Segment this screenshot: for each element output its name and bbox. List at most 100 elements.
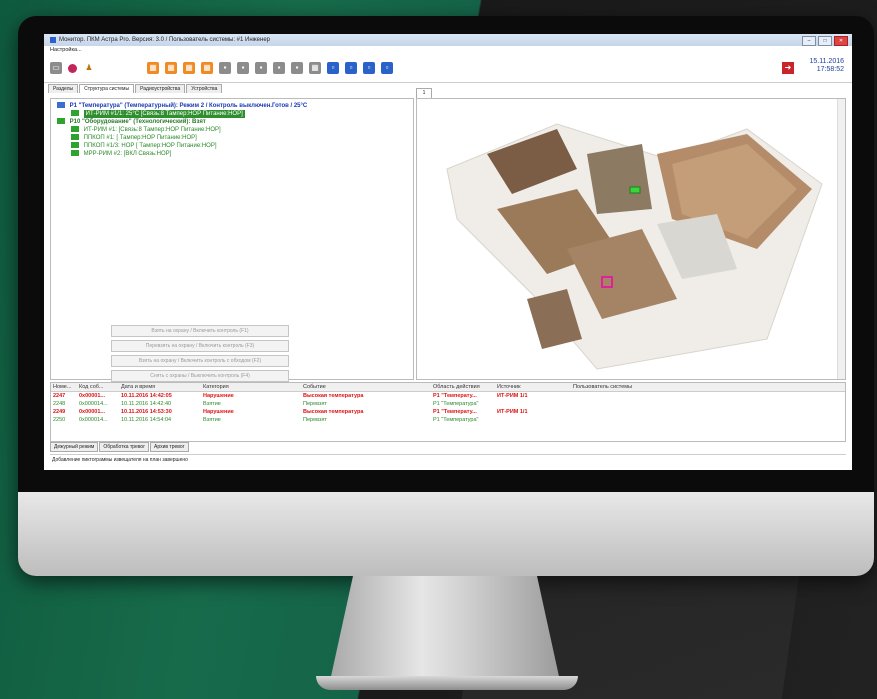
cell-event: Высокая температура: [303, 409, 364, 415]
tab-alarm-processing[interactable]: Обработка тревог: [99, 442, 150, 452]
floor-plan-3d: [446, 123, 823, 370]
device-add-4-icon[interactable]: ▪: [273, 62, 285, 74]
device-icon: [71, 150, 79, 157]
device-icon: [71, 134, 79, 141]
arm-bypass-button[interactable]: Взять на охрану / Включить контроль с об…: [111, 355, 289, 367]
device-icon: [71, 142, 79, 149]
tab-alarm-archive[interactable]: Архив тревог: [150, 442, 189, 452]
add-zone-2-icon[interactable]: ▦: [165, 62, 177, 74]
maximize-button[interactable]: □: [818, 36, 832, 46]
event-log-table: Номе... Код соб... Дата и время Категори…: [50, 382, 846, 442]
device-grid-icon[interactable]: ▦: [309, 62, 321, 74]
tab-system-structure[interactable]: Структура системы: [79, 84, 135, 93]
tree-device[interactable]: ИТ-РИМ #1: [Связь:8 Тампер:НОР Питание:Н…: [57, 126, 407, 134]
partition-p10-label: P10 "Оборудование" (Технологический): Вз…: [69, 119, 206, 125]
monitor-chin: [18, 492, 874, 576]
plan-icon[interactable]: ▫: [327, 62, 339, 74]
cell-event: Перевзят: [303, 401, 328, 407]
tree-device[interactable]: МРР-РИМ #2: [ВКЛ Связь:НОР]: [57, 150, 407, 158]
col-number[interactable]: Номе...: [51, 383, 79, 391]
left-tabs: Разделы Структура системы Радиоустройств…: [44, 83, 852, 93]
tab-duty-mode[interactable]: Дежурный режим: [50, 442, 99, 452]
rearm-button[interactable]: Перевзять на охрану / Включить контроль …: [111, 340, 289, 352]
status-bar: Добавление пиктограммы извещателя на пла…: [50, 454, 846, 465]
window-title: Монитор. ПКМ Астра Pro. Версия: 3.0 / По…: [59, 37, 270, 43]
table-row[interactable]: 2249 0x00001... 10.11.2016 14:53:30 Нару…: [51, 408, 845, 416]
room-hall: [587, 144, 652, 214]
cell-number: 2248: [53, 401, 66, 407]
col-category[interactable]: Категория: [203, 383, 303, 391]
tree-device[interactable]: ППКОП #1/3: НОР [ Тампер:НОР Питание:НОР…: [57, 142, 407, 150]
add-zone-3-icon[interactable]: ▦: [183, 62, 195, 74]
monitor-icon[interactable]: ▭: [50, 62, 62, 74]
sensor-icon: [71, 110, 79, 117]
device-label: ППКОП #1/3: НОР [ Тампер:НОР Питание:НОР…: [83, 143, 217, 149]
cell-code: 0x00001...: [79, 393, 105, 399]
users-icon[interactable]: ♟: [83, 62, 95, 74]
title-bar: Монитор. ПКМ Астра Pro. Версия: 3.0 / По…: [44, 34, 852, 46]
table-row[interactable]: 2247 0x00001... 10.11.2016 14:42:05 Нару…: [51, 392, 845, 400]
floor-plan-pane: [416, 98, 846, 380]
sensor-marker-green-icon[interactable]: [629, 186, 641, 194]
device-add-3-icon[interactable]: ▪: [255, 62, 267, 74]
cell-code: 0x000014...: [79, 417, 108, 423]
menu-settings[interactable]: Настройка...: [50, 47, 82, 53]
device-icon: [71, 126, 79, 133]
col-code[interactable]: Код соб...: [79, 383, 121, 391]
arm-button[interactable]: Взять на охрану / Включить контроль (F1): [111, 325, 289, 337]
device-add-icon[interactable]: ▪: [219, 62, 231, 74]
cell-category: Нарушение: [203, 409, 234, 415]
col-user[interactable]: Пользователь системы: [573, 383, 693, 391]
tab-sections[interactable]: Разделы: [48, 84, 79, 93]
tree-partition-p10[interactable]: P10 "Оборудование" (Технологический): Вз…: [57, 118, 407, 126]
action-buttons: Взять на охрану / Включить контроль (F1)…: [111, 325, 289, 382]
time-label: 17:58:52: [816, 66, 844, 73]
partition-p1-label: P1 "Температура" (Температурный): Режим …: [69, 103, 308, 109]
cell-source: [497, 416, 573, 424]
device-it-rim-1-1-label: ИТ-РИМ #1/1: 25°C [Связь:8 Тампер:НОР Пи…: [83, 110, 245, 118]
cell-datetime: 10.11.2016 14:42:05: [121, 393, 172, 399]
plan-2-icon[interactable]: ▫: [345, 62, 357, 74]
system-tree-pane: P1 "Температура" (Температурный): Режим …: [50, 98, 414, 382]
plan-scrollbar[interactable]: [837, 99, 845, 379]
app-icon: [50, 37, 56, 43]
table-row[interactable]: 2248 0x000014... 10.11.2016 14:42:40 Взя…: [51, 400, 845, 408]
plan-4-icon[interactable]: ▫: [381, 62, 393, 74]
minimize-button[interactable]: –: [802, 36, 816, 46]
device-label: МРР-РИМ #2: [ВКЛ Связь:НОР]: [83, 151, 172, 157]
add-zone-4-icon[interactable]: ▦: [201, 62, 213, 74]
disarm-button[interactable]: Снять с охраны / Выключить контроль (F4): [111, 370, 289, 382]
cell-category: Взятие: [203, 417, 221, 423]
cell-code: 0x000014...: [79, 401, 108, 407]
tree-device[interactable]: ППКОП #1: [ Тампер:НОР Питание:НОР]: [57, 134, 407, 142]
col-datetime[interactable]: Дата и время: [121, 383, 203, 391]
close-button[interactable]: ✕: [834, 36, 848, 46]
cell-source: ИТ-РИМ 1/1: [497, 393, 528, 399]
col-event[interactable]: Событие: [303, 383, 433, 391]
table-row[interactable]: 2250 0x000014... 10.11.2016 14:54:04 Взя…: [51, 416, 845, 424]
system-tree: P1 "Температура" (Температурный): Режим …: [51, 99, 413, 161]
monitor-stand-base: [316, 676, 578, 690]
device-add-5-icon[interactable]: ▪: [291, 62, 303, 74]
record-icon[interactable]: [68, 63, 77, 73]
tab-radio-devices[interactable]: Радиоустройства: [135, 84, 186, 93]
tree-device-it-rim-1-1[interactable]: ИТ-РИМ #1/1: 25°C [Связь:8 Тампер:НОР Пи…: [57, 110, 407, 118]
tab-plan-1[interactable]: 1: [416, 88, 432, 98]
col-area[interactable]: Область действия: [433, 383, 497, 391]
cell-source: ИТ-РИМ 1/1: [497, 409, 528, 415]
add-zone-icon[interactable]: ▦: [147, 62, 159, 74]
tree-partition-p1[interactable]: P1 "Температура" (Температурный): Режим …: [57, 102, 407, 110]
plan-3-icon[interactable]: ▫: [363, 62, 375, 74]
window-controls: – □ ✕: [802, 36, 848, 46]
cell-number: 2250: [53, 417, 66, 423]
cell-event: Высокая температура: [303, 393, 364, 399]
cell-event: Перевзят: [303, 417, 328, 423]
cell-category: Нарушение: [203, 393, 234, 399]
tab-devices[interactable]: Устройства: [186, 84, 223, 93]
exit-icon[interactable]: ➜: [782, 62, 794, 74]
device-add-2-icon[interactable]: ▪: [237, 62, 249, 74]
col-source[interactable]: Источник: [497, 383, 573, 391]
date-label: 15.11.2016: [809, 58, 844, 65]
toolbar: ▭ ♟ ▦ ▦ ▦ ▦ ▪ ▪ ▪ ▪ ▪ ▦ ▫ ▫ ▫ ▫ ➜ 15.11.…: [44, 54, 852, 83]
cell-source: [497, 400, 573, 408]
